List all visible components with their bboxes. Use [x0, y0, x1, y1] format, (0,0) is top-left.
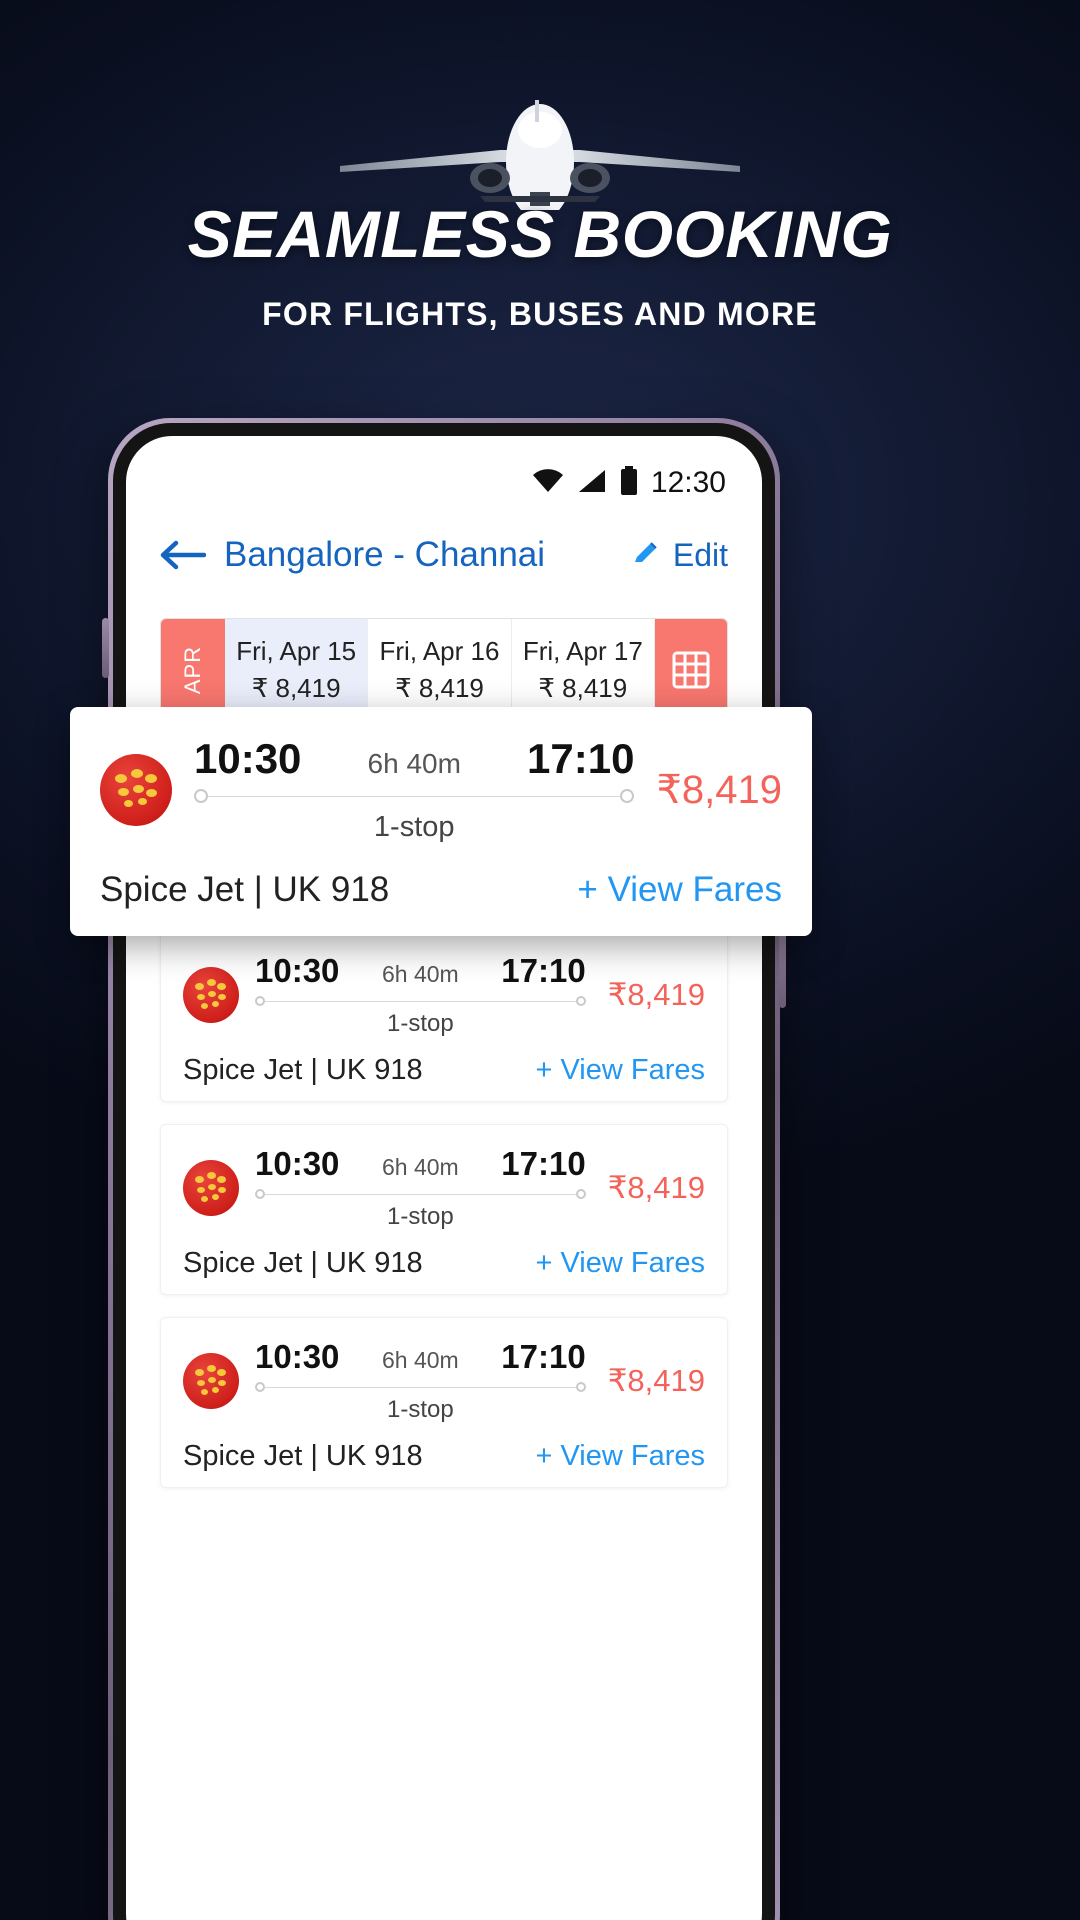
date-label: Fri, Apr 15 [236, 636, 357, 666]
flight-price: ₹8,419 [607, 1170, 705, 1205]
date-cell-2[interactable]: Fri, Apr 17 ₹ 8,419 [511, 619, 655, 721]
stops-label: 1-stop [386, 1203, 454, 1230]
stops-label: 1-stop [373, 811, 455, 843]
hero-banner: SEAMLESS BOOKING FOR FLIGHTS, BUSES AND … [0, 0, 1080, 430]
airline-name: Spice Jet | UK 918 [183, 1247, 423, 1279]
stops-label: 1-stop [386, 1010, 454, 1037]
view-fares-button[interactable]: + View Fares [535, 1247, 705, 1280]
departure-time: 10:30 [255, 1338, 340, 1375]
view-fares-button[interactable]: + View Fares [535, 1054, 705, 1087]
hero-subtitle: FOR FLIGHTS, BUSES AND MORE [262, 296, 818, 332]
edit-label: Edit [672, 536, 728, 573]
page-title: Bangalore - Channai [224, 535, 546, 574]
date-price: ₹ 8,419 [251, 673, 341, 703]
route-line [255, 1382, 586, 1392]
flight-card[interactable]: 10:30 6h 40m 17:10 1-stop ₹8,419 [160, 1124, 728, 1295]
flight-price: ₹8,419 [607, 977, 705, 1012]
phone-mockup: 12:30 Bangalore - Channai Edit APR Fri, … [102, 418, 786, 1920]
wifi-icon [531, 468, 565, 499]
flight-price: ₹8,419 [656, 767, 782, 812]
date-price: ₹ 8,419 [538, 673, 628, 703]
stops-label: 1-stop [386, 1396, 454, 1423]
flight-card[interactable]: 10:30 6h 40m 17:10 1-stop ₹8,419 [160, 1317, 728, 1488]
view-fares-button[interactable]: + View Fares [535, 1440, 705, 1473]
highlighted-flight-card[interactable]: 10:30 6h 40m 17:10 1-stop ₹8,419 Spice J… [70, 707, 812, 936]
spicejet-logo-icon [183, 967, 239, 1023]
date-label: Fri, Apr 17 [522, 636, 643, 666]
calendar-grid-icon[interactable] [654, 619, 727, 721]
status-bar: 12:30 [126, 436, 762, 512]
flight-card[interactable]: 10:30 6h 40m 17:10 1-stop ₹8,419 [160, 931, 728, 1102]
date-cell-0[interactable]: Fri, Apr 15 ₹ 8,419 [225, 619, 369, 721]
battery-full-icon [619, 465, 639, 501]
airplane-front-icon [330, 100, 750, 220]
view-fares-button[interactable]: + View Fares [577, 870, 782, 910]
airline-name: Spice Jet | UK 918 [183, 1440, 423, 1472]
back-arrow-icon[interactable] [160, 538, 207, 572]
date-label: Fri, Apr 16 [379, 636, 500, 666]
route-line [255, 996, 586, 1006]
airline-name: Spice Jet | UK 918 [183, 1054, 423, 1086]
airline-name: Spice Jet | UK 918 [100, 870, 390, 909]
phone-screen: 12:30 Bangalore - Channai Edit APR Fri, … [126, 436, 762, 1920]
spicejet-logo-icon [183, 1353, 239, 1409]
month-label: APR [161, 619, 225, 721]
edit-button[interactable]: Edit [631, 537, 728, 574]
date-cell-1[interactable]: Fri, Apr 16 ₹ 8,419 [368, 619, 512, 721]
departure-time: 10:30 [255, 952, 340, 989]
route-line [194, 789, 635, 803]
duration: 6h 40m [381, 1347, 459, 1373]
duration: 6h 40m [381, 961, 459, 987]
spicejet-logo-icon [183, 1160, 239, 1216]
flight-price: ₹8,419 [607, 1363, 705, 1398]
status-time: 12:30 [650, 466, 726, 499]
departure-time: 10:30 [194, 735, 302, 782]
departure-time: 10:30 [255, 1145, 340, 1182]
phone-bezel: 12:30 Bangalore - Channai Edit APR Fri, … [113, 423, 775, 1920]
spicejet-logo-icon [100, 753, 172, 826]
duration: 6h 40m [367, 748, 461, 779]
app-header: Bangalore - Channai Edit [126, 512, 762, 592]
duration: 6h 40m [381, 1154, 459, 1180]
date-price: ₹ 8,419 [395, 673, 484, 703]
arrival-time: 17:10 [501, 1145, 586, 1182]
arrival-time: 17:10 [527, 735, 635, 782]
pencil-edit-icon [631, 538, 661, 573]
arrival-time: 17:10 [501, 1338, 586, 1375]
volume-up-button[interactable] [102, 618, 109, 678]
arrival-time: 17:10 [501, 952, 586, 989]
signal-icon [577, 468, 607, 499]
route-line [255, 1189, 586, 1199]
hero-title: SEAMLESS BOOKING [187, 197, 893, 271]
